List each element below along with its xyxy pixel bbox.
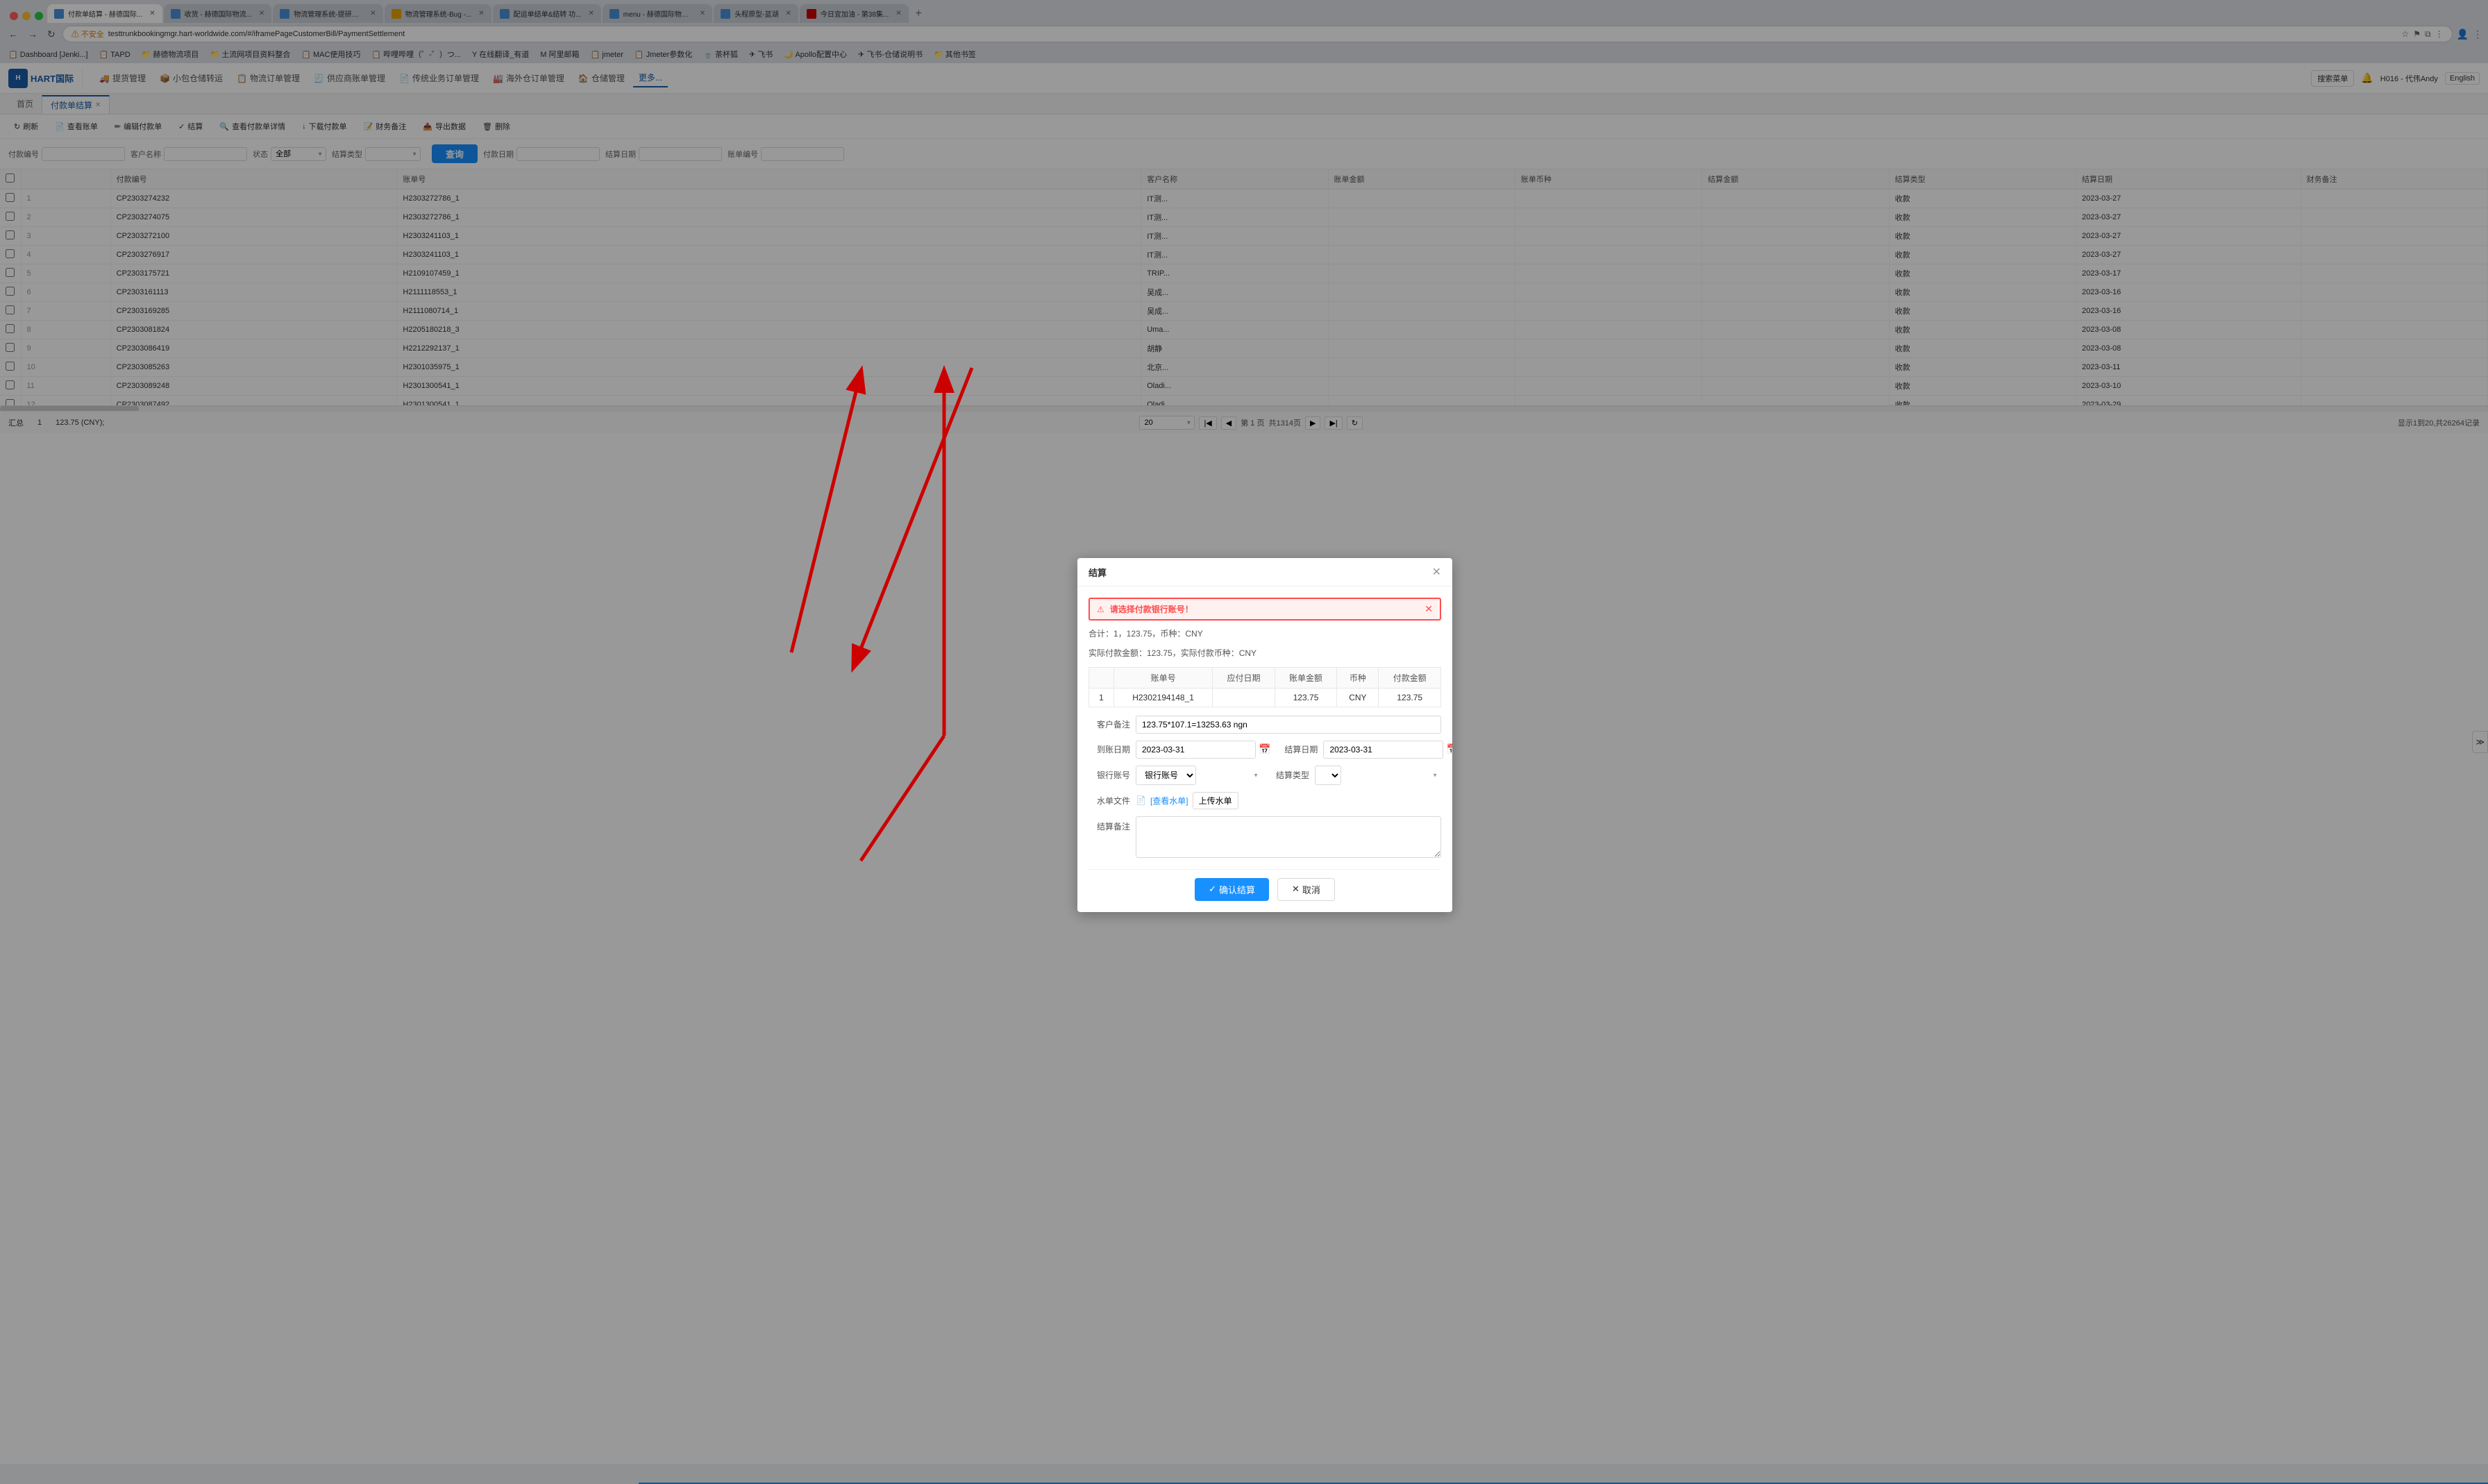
- settle-type-form-label: 结算类型: [1268, 769, 1309, 781]
- error-message: 请选择付款银行账号！: [1110, 603, 1193, 615]
- arrival-date-label: 到账日期: [1088, 743, 1130, 755]
- customer-note-label: 客户备注: [1088, 718, 1130, 730]
- settle-note-textarea[interactable]: [1136, 816, 1441, 858]
- dtd-index-1: 1: [1089, 688, 1114, 707]
- dialog-form: 客户备注 到账日期 📅 结算日期 📅 银行账号: [1088, 716, 1441, 858]
- dform-settle-note-row: 结算备注: [1088, 816, 1441, 858]
- dtd-bill-amount-1: 123.75: [1275, 688, 1337, 707]
- water-bill-file-row: 📄 [查看水单] 上传水单: [1136, 792, 1238, 809]
- dtd-pay-amount-1: 123.75: [1379, 688, 1441, 707]
- bank-account-label: 银行账号: [1088, 769, 1130, 781]
- customer-note-input[interactable]: [1136, 716, 1441, 734]
- settle-date-wrapper: 📅: [1323, 741, 1452, 759]
- settle-date-label: 结算日期: [1276, 743, 1318, 755]
- arrival-date-calendar-icon[interactable]: 📅: [1259, 743, 1270, 755]
- dth-currency: 币种: [1337, 667, 1379, 688]
- cancel-x-icon: ✕: [1292, 884, 1300, 895]
- water-bill-label: 水单文件: [1088, 795, 1130, 807]
- cancel-label: 取消: [1302, 883, 1320, 896]
- dialog-header: 结算 ✕: [1077, 558, 1452, 587]
- dth-bill-no: 账单号: [1113, 667, 1212, 688]
- dialog-table-row-1: 1 H2302194148_1 123.75 CNY 123.75: [1089, 688, 1441, 707]
- settle-type-form-select[interactable]: [1315, 766, 1341, 785]
- error-alert-close[interactable]: ✕: [1424, 603, 1433, 615]
- dth-pay-amount: 付款金额: [1379, 667, 1441, 688]
- file-icon: 📄: [1136, 795, 1146, 805]
- dth-due-date: 应付日期: [1213, 667, 1275, 688]
- error-alert: ⚠ 请选择付款银行账号！ ✕: [1088, 598, 1441, 621]
- view-water-bill-link[interactable]: [查看水单]: [1150, 795, 1188, 807]
- dtd-currency-1: CNY: [1337, 688, 1379, 707]
- dth-bill-amount: 账单金额: [1275, 667, 1337, 688]
- dialog-table-header: 账单号 应付日期 账单金额 币种 付款金额: [1089, 667, 1441, 688]
- dialog-overlay[interactable]: 结算 ✕ ⚠ 请选择付款银行账号！ ✕ 合计：1，123.75，币种：CNY 实…: [0, 0, 2488, 1484]
- settle-date-calendar-icon[interactable]: 📅: [1446, 743, 1452, 755]
- dform-bank-settle-row: 银行账号 银行账号 结算类型: [1088, 766, 1441, 785]
- dtd-bill-no-1: H2302194148_1: [1113, 688, 1212, 707]
- settle-date-input[interactable]: [1323, 741, 1443, 759]
- upload-water-bill-button[interactable]: 上传水单: [1193, 792, 1238, 809]
- confirm-checkmark-icon: ✓: [1209, 884, 1216, 895]
- dform-dates-row: 到账日期 📅 结算日期 📅: [1088, 741, 1441, 759]
- confirm-settle-button[interactable]: ✓ 确认结算: [1195, 878, 1269, 901]
- dform-water-bill-row: 水单文件 📄 [查看水单] 上传水单: [1088, 792, 1441, 809]
- dth-index: [1089, 667, 1114, 688]
- dialog-body: ⚠ 请选择付款银行账号！ ✕ 合计：1，123.75，币种：CNY 实际付款金额…: [1077, 587, 1452, 911]
- dialog-title: 结算: [1088, 566, 1107, 579]
- dialog-info-line1: 合计：1，123.75，币种：CNY: [1088, 627, 1441, 641]
- arrival-date-wrapper: 📅: [1136, 741, 1270, 759]
- confirm-settle-label: 确认结算: [1219, 883, 1255, 896]
- error-icon: ⚠: [1097, 605, 1104, 614]
- dialog-info-line2: 实际付款金额：123.75，实际付款币种：CNY: [1088, 647, 1441, 660]
- settlement-dialog: 结算 ✕ ⚠ 请选择付款银行账号！ ✕ 合计：1，123.75，币种：CNY 实…: [1077, 558, 1452, 911]
- bank-account-select[interactable]: 银行账号: [1136, 766, 1196, 785]
- dialog-actions: ✓ 确认结算 ✕ 取消: [1088, 869, 1441, 901]
- dialog-close-button[interactable]: ✕: [1432, 565, 1441, 579]
- cancel-button[interactable]: ✕ 取消: [1277, 878, 1335, 901]
- dialog-table: 账单号 应付日期 账单金额 币种 付款金额 1 H2302194148_1 12…: [1088, 667, 1441, 707]
- arrival-date-input[interactable]: [1136, 741, 1256, 759]
- dtd-due-date-1: [1213, 688, 1275, 707]
- settle-note-label: 结算备注: [1088, 820, 1130, 832]
- dform-customer-note-row: 客户备注: [1088, 716, 1441, 734]
